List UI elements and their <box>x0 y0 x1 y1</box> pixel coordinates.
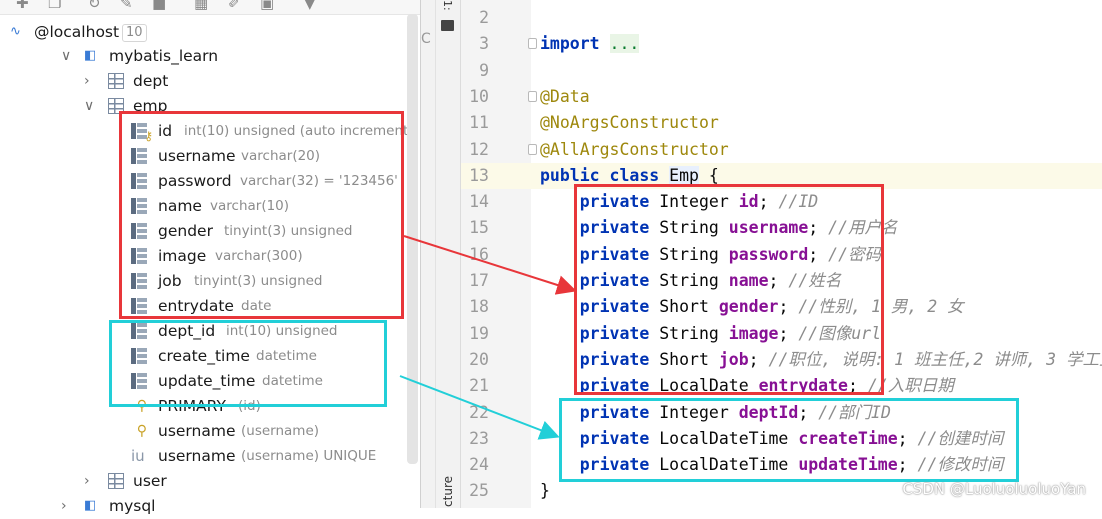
annotation-arrows <box>399 235 577 440</box>
cyan-arrow <box>399 375 560 440</box>
red-arrow <box>403 235 577 295</box>
watermark: CSDN @LuoluoluoluoYan <box>902 480 1086 498</box>
